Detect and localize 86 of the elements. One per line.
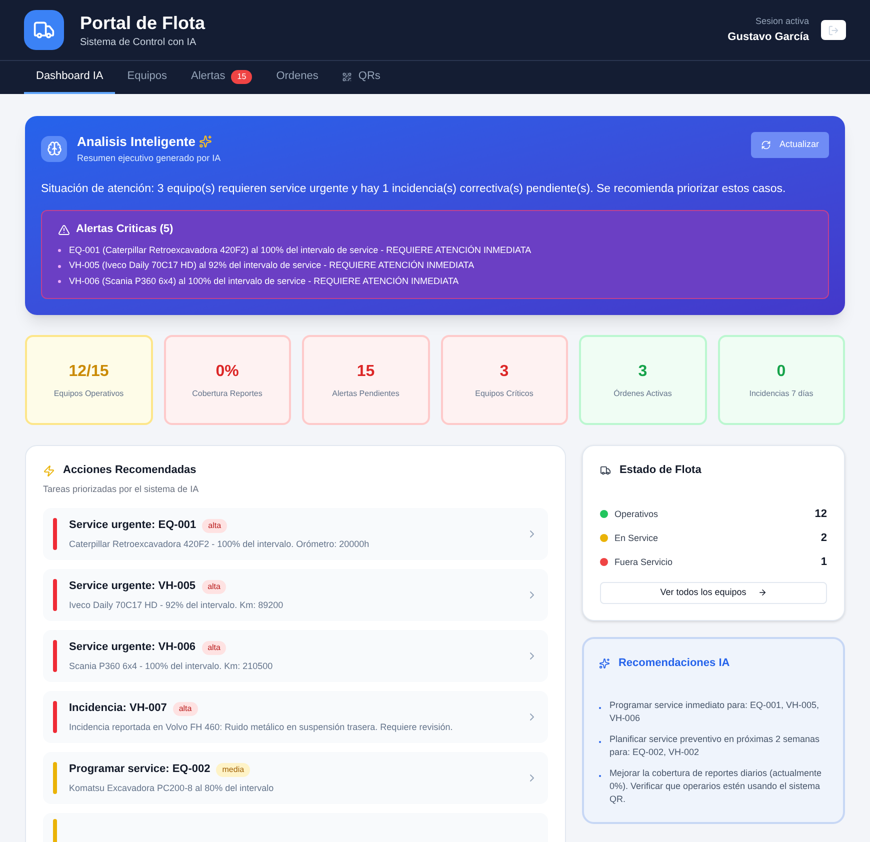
- truck-icon: [600, 465, 612, 476]
- actions-subtitle: Tareas priorizadas por el sistema de IA: [43, 482, 200, 496]
- action-title: Service urgente: VH-006: [69, 640, 196, 656]
- priority-badge: alta: [202, 640, 226, 654]
- stat-label: Cobertura Reportes: [192, 388, 262, 400]
- action-item[interactable]: Programar service: EQ-002 media Komatsu Excavadora PC200-8 al 80% del intervalo: [43, 752, 548, 804]
- nav-tab[interactable]: Dashboard IA: [24, 61, 116, 94]
- action-item[interactable]: Service urgente: VH-005 alta Iveco Daily 70C17 HD - 92% del intervalo. Km: 89200: [43, 569, 548, 622]
- recommendation-text: Planificar service preventivo en próximas 2 semanas para: EQ-002, VH-002: [609, 733, 821, 760]
- action-detail: Komatsu Excavadora PC200-8 al 80% del intervalo: [69, 782, 275, 795]
- action-item[interactable]: Service urgente: EQ-001 alta Caterpillar Retroexcavadora 420F2 - 100% del intervalo. Orómetro: 20000h: [43, 508, 548, 560]
- recommendation-text: Programar service inmediato para: EQ-001, VH-005, VH-006: [609, 699, 820, 726]
- action-detail: Incidencia reportada en Volvo FH 460: Ruido metálico en suspensión trasera. Requiere revisión.: [69, 720, 454, 734]
- priority-stripe: [53, 701, 57, 734]
- alert-text: EQ-001 (Caterpillar Retroexcavadora 420F2) al 100% del intervalo de service - REQUIERE ATENCIÓN INMEDIATA: [69, 244, 532, 257]
- analysis-title: Analisis Inteligente: [77, 133, 196, 151]
- priority-badge: alta: [202, 518, 228, 532]
- action-detail: Scania P360 6x4 - 100% del intervalo. Km: 210500: [69, 660, 274, 673]
- action-item[interactable]: Service urgente: VH-006 alta Scania P360 6x4 - 100% del intervalo. Km: 210500: [43, 630, 548, 682]
- action-title: Service urgente: EQ-001: [69, 518, 196, 534]
- status-count: 1: [820, 555, 827, 570]
- bullet-icon: [58, 280, 61, 283]
- priority-badge: media: [216, 762, 250, 776]
- truck-logo-icon: [24, 10, 64, 50]
- status-label: Operativos: [614, 508, 658, 521]
- app-title: Portal de Flota: [80, 12, 206, 34]
- nav-tab[interactable]: QRs: [330, 61, 392, 94]
- action-title: Service urgente: VH-005: [69, 579, 196, 594]
- stat-value: 15: [356, 362, 375, 382]
- qr-icon: [342, 72, 352, 82]
- analysis-subtitle: Resumen ejecutivo generado por IA: [77, 152, 221, 165]
- alert-text: VH-006 (Scania P360 6x4) al 100% del intervalo de service - REQUIERE ATENCIÓN INMEDIATA: [69, 274, 459, 288]
- stat-label: Incidencias 7 días: [749, 388, 814, 400]
- stat-value: 0: [776, 362, 786, 382]
- priority-stripe: [53, 518, 57, 550]
- action-title: Programar service: EQ-002: [69, 762, 210, 778]
- stat-label: Equipos Operativos: [54, 388, 124, 400]
- recommendation-text: Mejorar la cobertura de reportes diarios (actualmente 0%). Verificar que operarios estén usando el sistema QR.: [609, 767, 823, 806]
- actions-title: Acciones Recomendadas: [63, 463, 196, 478]
- bullet-icon: [58, 264, 61, 268]
- analysis-summary: Situación de atención: 3 equipo(s) requieren service urgente y hay 1 incidencia(s) correctiva(s) pendiente(s). Se recomienda priorizar estos casos.: [41, 182, 787, 197]
- brain-icon: [41, 136, 67, 162]
- stat-value: 3: [500, 362, 509, 382]
- session-label: Sesion activa: [755, 15, 809, 28]
- nav-tab[interactable]: Ordenes: [264, 61, 330, 94]
- bullet-icon: [599, 707, 602, 710]
- app-subtitle: Sistema de Control con IA: [80, 36, 198, 50]
- priority-badge: alta: [202, 580, 226, 594]
- status-count: 2: [820, 531, 827, 546]
- priority-badge: alta: [172, 702, 198, 716]
- nav-tab[interactable]: Equipos: [115, 61, 180, 94]
- lightning-icon: [43, 464, 55, 476]
- action-detail: Caterpillar Retroexcavadora 420F2 - 100% del intervalo. Orómetro: 20000h: [69, 538, 370, 551]
- view-all-button[interactable]: Ver todos los equipos: [600, 582, 827, 604]
- alerts-title: Alertas Criticas (5): [76, 222, 174, 238]
- logout-icon: [828, 24, 839, 36]
- stat-label: Equipos Críticos: [475, 388, 534, 400]
- stat-value: 12/15: [68, 362, 109, 382]
- stat-value: 0%: [216, 362, 239, 382]
- fleet-title: Estado de Flota: [619, 463, 702, 478]
- action-title: Incidencia: VH-007: [69, 701, 167, 716]
- alert-text: VH-005 (Iveco Daily 70C17 HD) al 92% del intervalo de service - REQUIERE ATENCIÓN INMEDIATA: [69, 259, 474, 272]
- nav-tab[interactable]: Alertas 15: [179, 61, 264, 94]
- action-detail: Iveco Daily 70C17 HD - 92% del intervalo. Km: 89200: [69, 598, 284, 612]
- sparkles-icon: [199, 135, 212, 148]
- user-name: Gustavo García: [728, 30, 809, 44]
- action-item[interactable]: Incidencia: VH-007 alta Incidencia reportada en Volvo FH 460: Ruido metálico en suspensión trasera. Requiere revisión.: [43, 691, 548, 744]
- alert-count-badge: 15: [231, 70, 252, 84]
- warning-icon: [58, 224, 70, 236]
- status-label: Fuera Servicio: [614, 556, 672, 568]
- priority-stripe: [53, 762, 57, 794]
- bullet-icon: [599, 741, 602, 744]
- status-label: En Service: [614, 532, 658, 544]
- recommendations-title: Recomendaciones IA: [618, 656, 730, 671]
- bullet-icon: [58, 249, 61, 252]
- priority-stripe: [53, 640, 57, 672]
- logout-button[interactable]: [821, 20, 846, 40]
- sparkles-icon: [599, 658, 610, 668]
- priority-stripe: [53, 579, 57, 612]
- status-count: 12: [814, 507, 827, 522]
- stat-label: Alertas Pendientes: [332, 388, 400, 400]
- stat-label: Órdenes Activas: [614, 388, 672, 400]
- bullet-icon: [599, 775, 602, 778]
- stat-value: 3: [638, 362, 648, 382]
- arrow-right-icon: [758, 588, 768, 598]
- refresh-icon: [761, 140, 772, 150]
